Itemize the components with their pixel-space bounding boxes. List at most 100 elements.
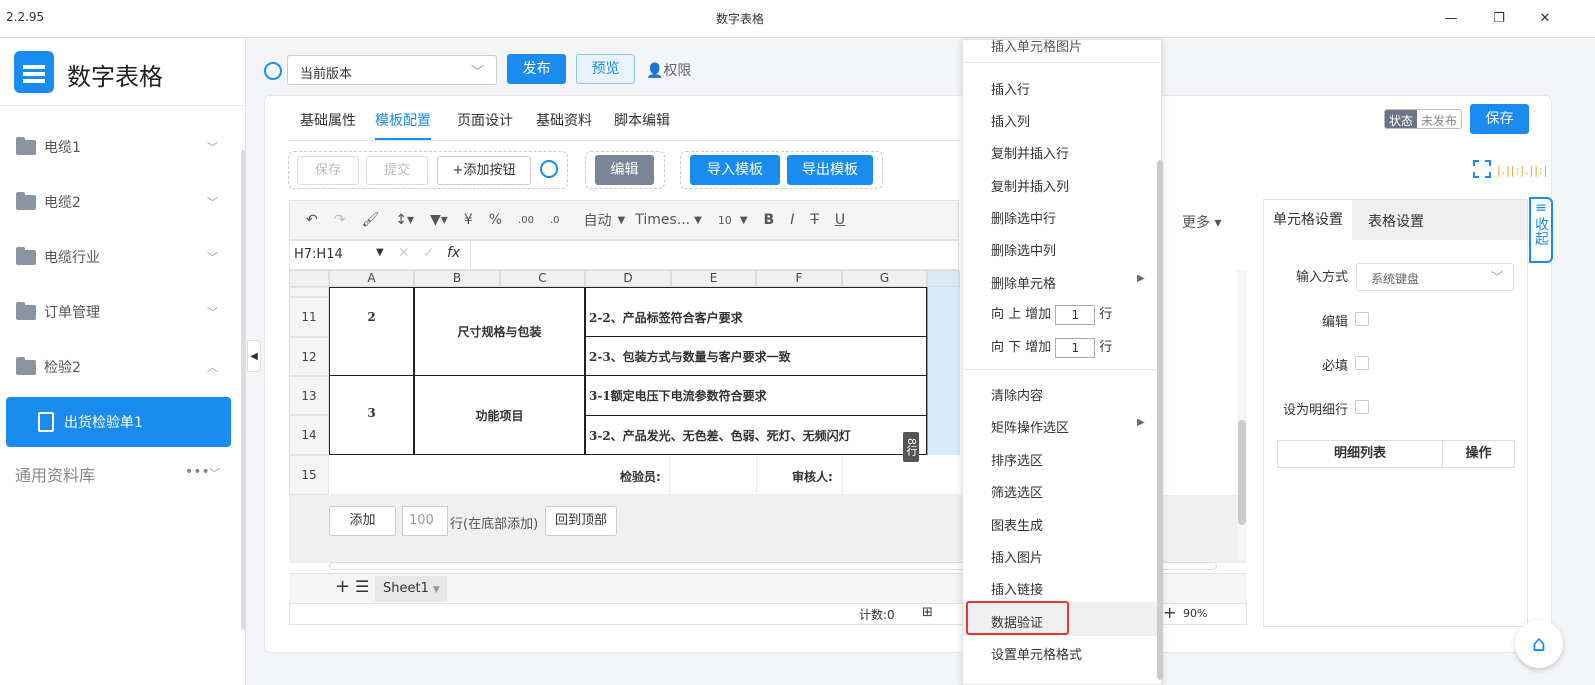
- sidebar-item-cable-industry[interactable]: 电缆行业 ﹀: [0, 237, 240, 277]
- vertical-scrollbar[interactable]: [1237, 270, 1247, 560]
- cell-d12[interactable]: 2-3、包装方式与数量与客户要求一致: [585, 336, 927, 376]
- preview-button[interactable]: 预览: [576, 54, 635, 84]
- collapse-sidebar-button[interactable]: ◀: [247, 340, 261, 372]
- col-header-a[interactable]: A: [329, 270, 414, 287]
- col-header-d[interactable]: D: [585, 270, 671, 287]
- tab-basic-data[interactable]: 基础资料: [536, 110, 592, 130]
- menu-item-format-cells[interactable]: 设置单元格格式: [991, 644, 1082, 663]
- sort-icon[interactable]: ↕▾: [395, 212, 414, 228]
- cell-d10[interactable]: [585, 287, 927, 298]
- export-template-button[interactable]: 导出模板: [787, 155, 873, 185]
- menu-item-delete-cols[interactable]: 删除选中列: [991, 240, 1056, 259]
- add-below-input[interactable]: 1: [1055, 337, 1096, 358]
- import-template-button[interactable]: 导入模板: [690, 155, 780, 185]
- close-icon[interactable]: ✕: [1530, 6, 1560, 30]
- library-label[interactable]: 通用资料库: [15, 462, 95, 486]
- menu-item-filter[interactable]: 筛选选区: [991, 482, 1043, 501]
- underline-icon[interactable]: U: [835, 212, 845, 228]
- row-header-15[interactable]: 15: [289, 455, 329, 495]
- save-draft-button[interactable]: 保存: [297, 156, 359, 185]
- menu-item-matrix[interactable]: 矩阵操作选区: [991, 417, 1069, 436]
- redo-icon[interactable]: ↷: [334, 212, 346, 228]
- collapse-panel-button[interactable]: ≡ 收起: [1529, 197, 1553, 263]
- menu-item-insert-col[interactable]: 插入列: [991, 111, 1030, 130]
- add-rows-button[interactable]: 添加: [329, 506, 396, 536]
- tab-cell-settings[interactable]: 单元格设置: [1264, 200, 1352, 240]
- font-select[interactable]: Times...: [635, 212, 690, 228]
- submit-button[interactable]: 提交: [366, 156, 428, 185]
- tab-page-design[interactable]: 页面设计: [457, 110, 513, 130]
- sidebar-item-cable1[interactable]: 电缆1 ﹀: [0, 127, 240, 167]
- sidebar-item-cable2[interactable]: 电缆2 ﹀: [0, 182, 240, 222]
- version-select[interactable]: 当前版本 ﹀: [287, 55, 497, 85]
- row-header-12[interactable]: 12: [289, 337, 329, 376]
- menu-item-add-below[interactable]: 向 下 增加 1 行: [991, 336, 1112, 358]
- more-icon[interactable]: •••: [185, 464, 210, 480]
- fullscreen-icon[interactable]: [1473, 160, 1491, 178]
- menu-scrollbar[interactable]: [1157, 160, 1163, 680]
- back-to-top-button[interactable]: 回到顶部: [545, 506, 617, 536]
- font-size-select[interactable]: 10: [718, 214, 732, 227]
- undo-icon[interactable]: ↶: [306, 212, 318, 228]
- chevron-down-icon[interactable]: ▼: [376, 247, 384, 258]
- cancel-icon[interactable]: ✕: [398, 245, 410, 261]
- cell-b13[interactable]: 功能项目: [414, 375, 585, 455]
- cell-reference[interactable]: H7:H14: [294, 247, 343, 262]
- col-header-f[interactable]: F: [756, 270, 842, 287]
- save-button[interactable]: 保存: [1470, 104, 1529, 134]
- format-select[interactable]: 自动: [584, 210, 612, 230]
- percent-icon[interactable]: %: [489, 212, 502, 228]
- sidebar-item-orders[interactable]: 订单管理 ﹀: [0, 292, 240, 332]
- more-menu[interactable]: 更多 ▾: [1182, 212, 1221, 232]
- col-header-b[interactable]: B: [414, 270, 500, 287]
- permission-link[interactable]: 👤权限: [646, 60, 691, 80]
- restore-icon[interactable]: ❐: [1484, 6, 1514, 30]
- menu-item-chart[interactable]: 图表生成: [991, 515, 1043, 534]
- cell-d11[interactable]: 2-2、产品标签符合客户要求: [585, 297, 927, 337]
- menu-item-insert-row[interactable]: 插入行: [991, 79, 1030, 98]
- row-header-13[interactable]: 13: [289, 376, 329, 415]
- cell-d13[interactable]: 3-1额定电压下电流参数符合要求: [585, 375, 927, 416]
- menu-item-insert-link[interactable]: 插入链接: [991, 579, 1043, 598]
- format-painter-icon[interactable]: 🖌: [361, 212, 379, 228]
- bold-icon[interactable]: B: [764, 212, 775, 228]
- sheet-tab[interactable]: Sheet1 ▼: [375, 576, 447, 602]
- menu-item-copy-insert-col[interactable]: 复制并插入列: [991, 176, 1069, 195]
- tab-script[interactable]: 脚本编辑: [614, 110, 670, 130]
- sheet-list-icon[interactable]: ☰: [355, 577, 369, 596]
- menu-item-delete-rows[interactable]: 删除选中行: [991, 208, 1056, 227]
- strikethrough-icon[interactable]: T: [810, 212, 819, 228]
- cell-a13[interactable]: 3: [329, 375, 414, 455]
- selection-range[interactable]: [927, 287, 960, 455]
- currency-icon[interactable]: ¥: [464, 212, 473, 228]
- corner-cell[interactable]: [289, 270, 329, 287]
- detail-row-checkbox[interactable]: [1355, 400, 1369, 414]
- publish-button[interactable]: 发布: [507, 54, 566, 84]
- chevron-down-icon[interactable]: ﹀: [209, 465, 220, 481]
- edit-button[interactable]: 编辑: [595, 155, 654, 185]
- col-header-g[interactable]: G: [842, 270, 927, 287]
- zoom-in-icon[interactable]: +: [1163, 603, 1176, 622]
- row-count-input[interactable]: 100: [402, 506, 448, 536]
- sidebar-item-inspection2[interactable]: 检验2 ︿: [0, 347, 240, 387]
- grid-view-icon[interactable]: ⊞: [922, 605, 933, 620]
- menu-item-delete-cell[interactable]: 删除单元格: [991, 273, 1056, 292]
- home-icon[interactable]: ⌂: [1515, 620, 1563, 668]
- sidebar-scrollbar[interactable]: [241, 150, 246, 630]
- menu-item-sort[interactable]: 排序选区: [991, 450, 1043, 469]
- add-above-input[interactable]: 1: [1055, 304, 1096, 325]
- chevron-down-icon[interactable]: ▼: [618, 215, 626, 226]
- decimal-increase-icon[interactable]: .00: [518, 215, 534, 226]
- row-header-14[interactable]: 14: [289, 415, 329, 455]
- chevron-down-icon[interactable]: ▼: [740, 215, 748, 226]
- add-sheet-icon[interactable]: +: [335, 576, 350, 597]
- gear-icon[interactable]: [540, 160, 558, 178]
- required-checkbox[interactable]: [1355, 356, 1369, 370]
- decimal-decrease-icon[interactable]: .0: [550, 215, 560, 226]
- col-header-h[interactable]: [927, 270, 960, 287]
- row-header[interactable]: [289, 287, 329, 297]
- sidebar-item-active[interactable]: 出货检验单1: [6, 397, 231, 447]
- edit-checkbox[interactable]: [1355, 312, 1369, 326]
- filter-icon[interactable]: ▼▾: [430, 212, 448, 228]
- menu-item-insert-image[interactable]: 插入图片: [991, 547, 1043, 566]
